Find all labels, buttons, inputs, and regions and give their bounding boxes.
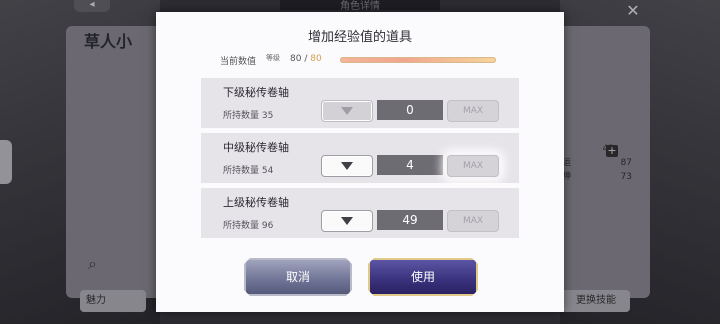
cancel-button[interactable]: 取消 [244, 258, 352, 296]
current-value-label: 当前数值 [220, 57, 257, 67]
level-label: 等级 [266, 54, 280, 62]
item-row-mid-scroll: 中级秘传卷轴 所持数量 54 4 MAX [201, 133, 519, 183]
item-name: 中级秘传卷轴 [223, 141, 289, 154]
decrease-button[interactable] [321, 210, 373, 232]
exp-item-dialog: 增加经验值的道具 当前数值 等级 80 / 80 下级秘传卷轴 所持数量 35 … [156, 12, 564, 312]
quantity-field: 4 [377, 155, 443, 175]
use-button[interactable]: 使用 [368, 258, 478, 296]
max-button[interactable]: MAX [447, 155, 499, 177]
dialog-title: 增加经验值的道具 [307, 30, 412, 45]
decrease-button[interactable] [321, 155, 373, 177]
item-name: 下级秘传卷轴 [223, 86, 289, 99]
item-owned-count: 所持数量 35 [223, 111, 274, 121]
level-separator: / [304, 54, 308, 64]
current-level: 80 [290, 54, 302, 64]
item-row-low-scroll: 下级秘传卷轴 所持数量 35 0 MAX [201, 78, 519, 128]
max-level: 80 [310, 54, 322, 64]
max-button[interactable]: MAX [447, 100, 499, 122]
item-name: 上级秘传卷轴 [223, 196, 289, 209]
triangle-down-icon [341, 107, 353, 115]
max-button[interactable]: MAX [447, 210, 499, 232]
item-row-high-scroll: 上级秘传卷轴 所持数量 96 49 MAX [201, 188, 519, 238]
quantity-field: 49 [377, 210, 443, 230]
triangle-down-icon [341, 162, 353, 170]
quantity-field: 0 [377, 100, 443, 120]
current-level-value: 80 / 80 [290, 54, 322, 64]
item-owned-count: 所持数量 54 [223, 166, 274, 176]
exp-progress-bar [340, 57, 496, 63]
item-owned-count: 所持数量 96 [223, 221, 274, 231]
triangle-down-icon [341, 217, 353, 225]
decrease-button[interactable] [321, 100, 373, 122]
